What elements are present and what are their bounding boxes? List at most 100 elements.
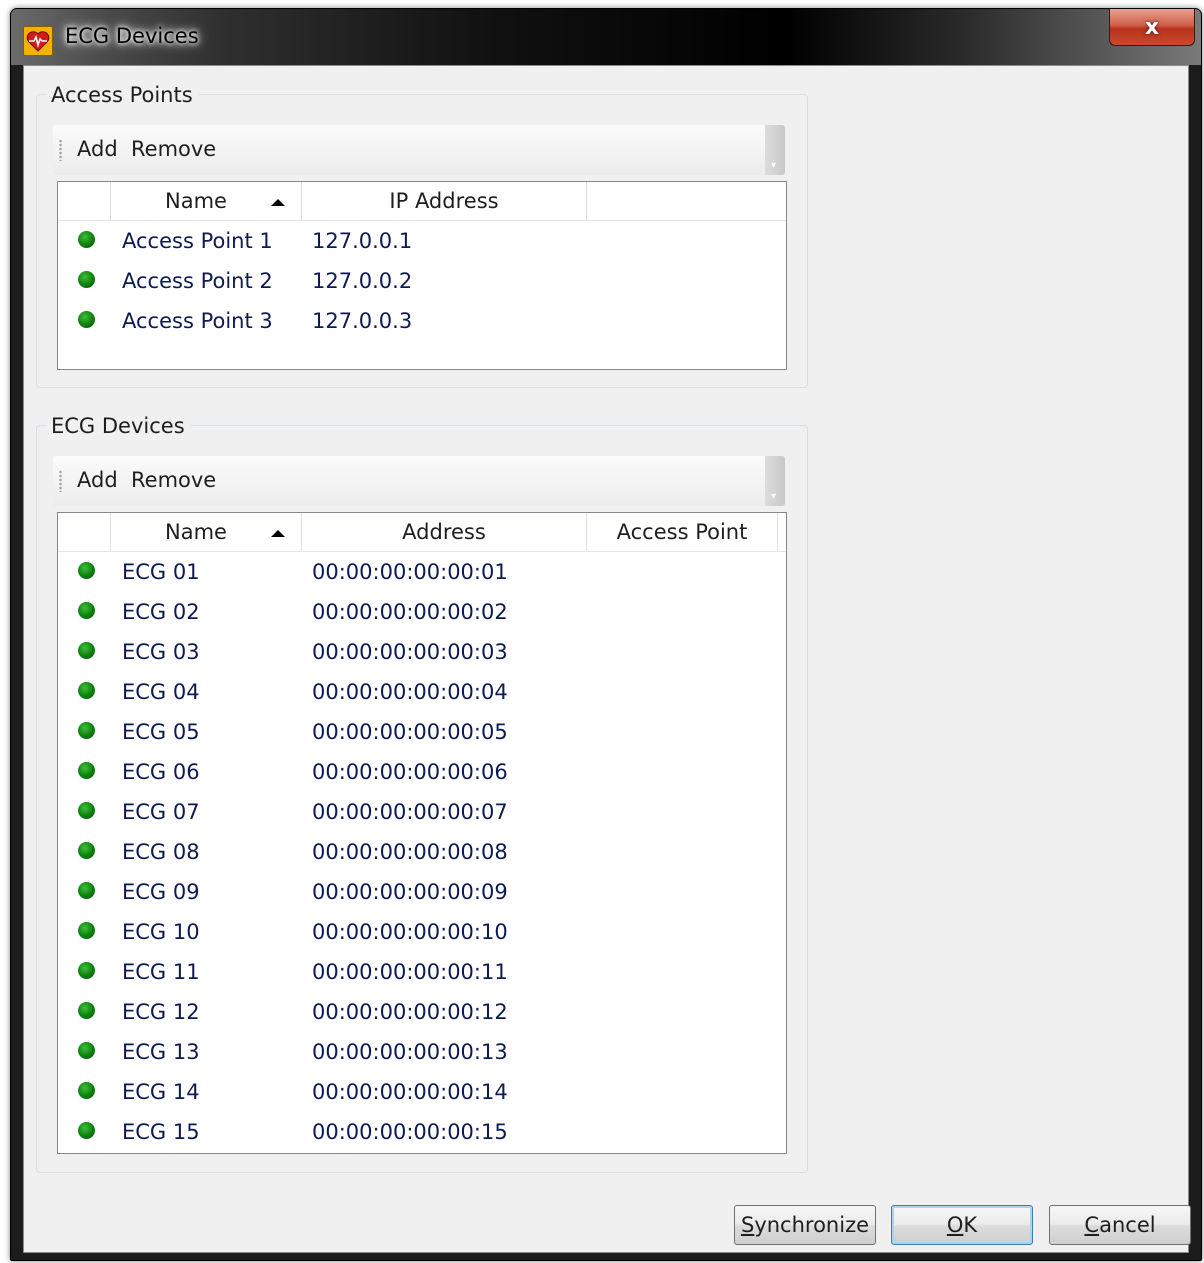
status-online-icon [78,562,95,579]
column-ip-address-label: IP Address [389,189,499,213]
cell-name: ECG 10 [122,920,200,944]
column-access-point-label: Access Point [616,520,748,544]
column-address[interactable]: Address [302,513,587,551]
status-online-icon [78,722,95,739]
cell-ip-address: 127.0.0.3 [312,309,413,333]
cell-address: 00:00:00:00:00:02 [312,600,508,624]
status-online-icon [78,271,95,288]
table-row[interactable]: ECG 03 00:00:00:00:00:03 [58,632,786,672]
column-address-label: Address [402,520,486,544]
status-online-icon [78,642,95,659]
column-name-label: Name [165,520,227,544]
cell-address: 00:00:00:00:00:12 [312,1000,508,1024]
overflow-arrow-icon: ▾ [771,160,777,171]
cell-address: 00:00:00:00:00:05 [312,720,508,744]
cancel-label: ancel [1099,1213,1156,1237]
cell-address: 00:00:00:00:00:11 [312,960,508,984]
dialog-client-area: Access Points Add Remove ▾ Name IP Addre… [23,65,1191,1253]
status-online-icon [78,311,95,328]
cell-address: 00:00:00:00:00:15 [312,1120,508,1144]
synchronize-button[interactable]: Synchronize [734,1205,876,1245]
cell-name: ECG 03 [122,640,200,664]
table-row[interactable]: ECG 06 00:00:00:00:00:06 [58,752,786,792]
table-row[interactable]: ECG 11 00:00:00:00:00:11 [58,952,786,992]
ecg-devices-rows: ECG 01 00:00:00:00:00:01 ECG 02 00:00:00:00… [58,552,786,1152]
cell-name: ECG 05 [122,720,200,744]
title-bar[interactable]: ECG Devices x [11,9,1201,65]
access-points-list[interactable]: Name IP Address Access Point 1 127.0.0.1 A… [57,181,787,370]
cell-name: ECG 01 [122,560,200,584]
status-online-icon [78,1122,95,1139]
access-points-group-title: Access Points [47,83,199,107]
table-row[interactable]: Access Point 2 127.0.0.2 [58,261,786,301]
cell-name: ECG 02 [122,600,200,624]
table-row[interactable]: ECG 05 00:00:00:00:00:05 [58,712,786,752]
status-online-icon [78,802,95,819]
status-online-icon [78,882,95,899]
table-row[interactable]: ECG 14 00:00:00:00:00:14 [58,1072,786,1112]
cell-name: ECG 12 [122,1000,200,1024]
ecg-devices-add-button[interactable]: Add [77,468,118,492]
cell-ip-address: 127.0.0.2 [312,269,413,293]
close-button[interactable]: x [1109,9,1195,46]
status-online-icon [78,842,95,859]
status-online-icon [78,762,95,779]
column-name[interactable]: Name [111,513,302,551]
cell-address: 00:00:00:00:00:13 [312,1040,508,1064]
table-row[interactable]: ECG 13 00:00:00:00:00:13 [58,1032,786,1072]
cell-ip-address: 127.0.0.1 [312,229,413,253]
ecg-devices-list-header: Name Address Access Point [58,513,786,552]
heart-ecg-icon [23,26,53,56]
cell-name: ECG 15 [122,1120,200,1144]
status-online-icon [78,682,95,699]
column-ip-address[interactable]: IP Address [302,182,587,220]
table-row[interactable]: ECG 07 00:00:00:00:00:07 [58,792,786,832]
table-row[interactable]: ECG 15 00:00:00:00:00:15 [58,1112,786,1152]
status-online-icon [78,1002,95,1019]
cell-name: ECG 08 [122,840,200,864]
cell-name: ECG 09 [122,880,200,904]
table-row[interactable]: ECG 12 00:00:00:00:00:12 [58,992,786,1032]
table-row[interactable]: ECG 02 00:00:00:00:00:02 [58,592,786,632]
cell-address: 00:00:00:00:00:04 [312,680,508,704]
table-row[interactable]: Access Point 1 127.0.0.1 [58,221,786,261]
access-points-add-button[interactable]: Add [77,137,118,161]
sort-ascending-icon [271,199,285,206]
cell-address: 00:00:00:00:00:01 [312,560,508,584]
overflow-arrow-icon: ▾ [771,491,777,502]
column-status[interactable] [58,513,111,551]
table-row[interactable]: ECG 01 00:00:00:00:00:01 [58,552,786,592]
access-points-list-header: Name IP Address [58,182,786,221]
column-status[interactable] [58,182,111,220]
sort-ascending-icon [271,530,285,537]
status-online-icon [78,962,95,979]
table-row[interactable]: ECG 10 00:00:00:00:00:10 [58,912,786,952]
ecg-devices-remove-button[interactable]: Remove [131,468,216,492]
cell-address: 00:00:00:00:00:03 [312,640,508,664]
cell-address: 00:00:00:00:00:09 [312,880,508,904]
toolbar-overflow-button[interactable]: ▾ [765,125,785,175]
ok-mnemonic: O [946,1213,964,1237]
column-access-point[interactable]: Access Point [587,513,778,551]
status-online-icon [78,231,95,248]
access-points-remove-button[interactable]: Remove [131,137,216,161]
ecg-devices-list[interactable]: Name Address Access Point ECG 01 00:00:00… [57,512,787,1154]
cell-name: ECG 11 [122,960,200,984]
ecg-devices-window: ECG Devices x Access Points Add Remove ▾… [10,8,1202,1261]
cell-name: Access Point 3 [122,309,273,333]
toolbar-grip-icon[interactable] [59,139,62,161]
table-row[interactable]: ECG 04 00:00:00:00:00:04 [58,672,786,712]
cell-name: ECG 13 [122,1040,200,1064]
table-row[interactable]: ECG 09 00:00:00:00:00:09 [58,872,786,912]
column-name[interactable]: Name [111,182,302,220]
cell-name: ECG 14 [122,1080,200,1104]
table-row[interactable]: Access Point 3 127.0.0.3 [58,301,786,341]
toolbar-overflow-button[interactable]: ▾ [765,456,785,506]
ecg-devices-group: ECG Devices Add Remove ▾ Name Address Ac… [36,414,808,1173]
toolbar-grip-icon[interactable] [59,470,62,492]
table-row[interactable]: ECG 08 00:00:00:00:00:08 [58,832,786,872]
cell-name: Access Point 1 [122,229,273,253]
ok-button[interactable]: OK [891,1205,1033,1245]
cell-name: ECG 04 [122,680,200,704]
cancel-button[interactable]: Cancel [1049,1205,1191,1245]
